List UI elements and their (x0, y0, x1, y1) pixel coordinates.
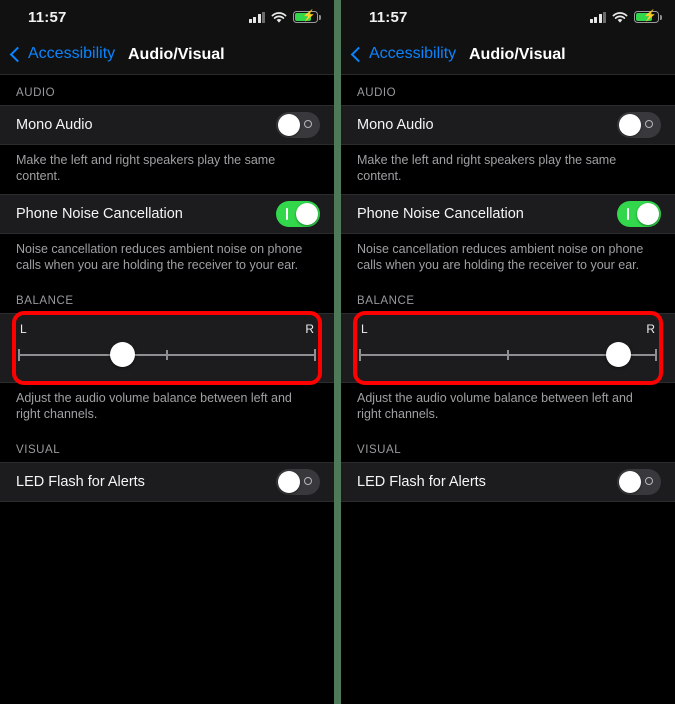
section-header-audio: AUDIO (341, 75, 675, 105)
battery-charging-icon: ⚡ (634, 11, 662, 23)
toggle-off-circle-icon (304, 120, 312, 128)
toggle-phone-noise-cancellation[interactable] (617, 201, 661, 227)
row-label-mono-audio: Mono Audio (357, 117, 434, 133)
back-button-label: Accessibility (28, 45, 116, 62)
slider-end-cap-right (314, 349, 316, 361)
back-button-accessibility[interactable]: Accessibility (9, 45, 116, 63)
row-balance-slider[interactable]: L R (0, 313, 334, 383)
row-label-phone-noise-cancellation: Phone Noise Cancellation (16, 206, 183, 222)
row-balance-slider[interactable]: L R (341, 313, 675, 383)
balance-left-label: L (361, 322, 368, 336)
cellular-bars-icon (589, 11, 606, 23)
toggle-off-circle-icon (645, 120, 653, 128)
row-led-flash-for-alerts[interactable]: LED Flash for Alerts (341, 462, 675, 502)
balance-left-label: L (20, 322, 27, 336)
section-header-visual: VISUAL (341, 432, 675, 462)
wifi-icon (271, 11, 287, 23)
row-mono-audio[interactable]: Mono Audio (341, 105, 675, 145)
toggle-knob (637, 203, 659, 225)
footnote-balance: Adjust the audio volume balance between … (341, 383, 675, 432)
footnote-balance: Adjust the audio volume balance between … (0, 383, 334, 432)
row-label-phone-noise-cancellation: Phone Noise Cancellation (357, 206, 524, 222)
section-header-audio: AUDIO (0, 75, 334, 105)
status-bar-clock: 11:57 (369, 9, 408, 26)
toggle-knob (619, 114, 641, 136)
toggle-on-bar-icon (627, 208, 629, 220)
toggle-knob (619, 471, 641, 493)
toggle-led-flash-for-alerts[interactable] (276, 469, 320, 495)
toggle-knob (278, 471, 300, 493)
toggle-off-circle-icon (645, 477, 653, 485)
toggle-knob (296, 203, 318, 225)
page-title: Audio/Visual (469, 46, 566, 63)
row-label-mono-audio: Mono Audio (16, 117, 93, 133)
toggle-on-bar-icon (286, 208, 288, 220)
status-bar-right: 11:57 ⚡ (341, 0, 675, 38)
toggle-mono-audio[interactable] (617, 112, 661, 138)
row-mono-audio[interactable]: Mono Audio (0, 105, 334, 145)
balance-channel-labels: L R (359, 322, 657, 342)
row-led-flash-for-alerts[interactable]: LED Flash for Alerts (0, 462, 334, 502)
status-bar-left: 11:57 ⚡ (0, 0, 334, 38)
settings-list-left: AUDIO Mono Audio Make the left and right… (0, 75, 334, 502)
battery-charging-icon: ⚡ (293, 11, 321, 23)
slider-end-cap-right (655, 349, 657, 361)
balance-right-label: R (646, 322, 655, 336)
footnote-phone-noise-cancellation: Noise cancellation reduces ambient noise… (341, 234, 675, 283)
slider-end-cap-left (18, 349, 20, 361)
toggle-phone-noise-cancellation[interactable] (276, 201, 320, 227)
balance-right-label: R (305, 322, 314, 336)
navigation-bar-right: Accessibility Audio/Visual (341, 38, 675, 75)
toggle-led-flash-for-alerts[interactable] (617, 469, 661, 495)
slider-thumb[interactable] (605, 342, 631, 367)
slider-center-tick (507, 350, 509, 360)
page-title: Audio/Visual (128, 46, 225, 63)
section-header-balance: BALANCE (0, 283, 334, 313)
row-label-led-flash-for-alerts: LED Flash for Alerts (357, 474, 486, 490)
section-header-balance: BALANCE (341, 283, 675, 313)
phone-screenshot-left: 11:57 ⚡ Accessibility Audio/Visual AUDIO… (0, 0, 334, 704)
footnote-mono-audio: Make the left and right speakers play th… (341, 145, 675, 194)
section-header-visual: VISUAL (0, 432, 334, 462)
footnote-phone-noise-cancellation: Noise cancellation reduces ambient noise… (0, 234, 334, 283)
status-bar-clock: 11:57 (28, 9, 67, 26)
row-phone-noise-cancellation[interactable]: Phone Noise Cancellation (0, 194, 334, 234)
footnote-mono-audio: Make the left and right speakers play th… (0, 145, 334, 194)
screenshot-stage: 11:57 ⚡ Accessibility Audio/Visual AUDIO… (0, 0, 675, 704)
status-bar-indicators: ⚡ (248, 11, 321, 23)
wifi-icon (612, 11, 628, 23)
slider-end-cap-left (359, 349, 361, 361)
back-button-accessibility[interactable]: Accessibility (350, 45, 457, 63)
chevron-left-icon (350, 46, 367, 62)
settings-list-right: AUDIO Mono Audio Make the left and right… (341, 75, 675, 502)
row-label-led-flash-for-alerts: LED Flash for Alerts (16, 474, 145, 490)
slider-thumb[interactable] (109, 342, 135, 367)
slider-center-tick (166, 350, 168, 360)
balance-slider-left-panel[interactable] (18, 342, 316, 368)
status-bar-indicators: ⚡ (589, 11, 662, 23)
balance-slider-right-panel[interactable] (359, 342, 657, 368)
toggle-knob (278, 114, 300, 136)
row-phone-noise-cancellation[interactable]: Phone Noise Cancellation (341, 194, 675, 234)
phone-screenshot-right: 11:57 ⚡ Accessibility Audio/Visual AUDIO… (341, 0, 675, 704)
toggle-mono-audio[interactable] (276, 112, 320, 138)
toggle-off-circle-icon (304, 477, 312, 485)
balance-channel-labels: L R (18, 322, 316, 342)
panel-divider (334, 0, 341, 704)
back-button-label: Accessibility (369, 45, 457, 62)
navigation-bar-left: Accessibility Audio/Visual (0, 38, 334, 75)
cellular-bars-icon (248, 11, 265, 23)
chevron-left-icon (9, 46, 26, 62)
